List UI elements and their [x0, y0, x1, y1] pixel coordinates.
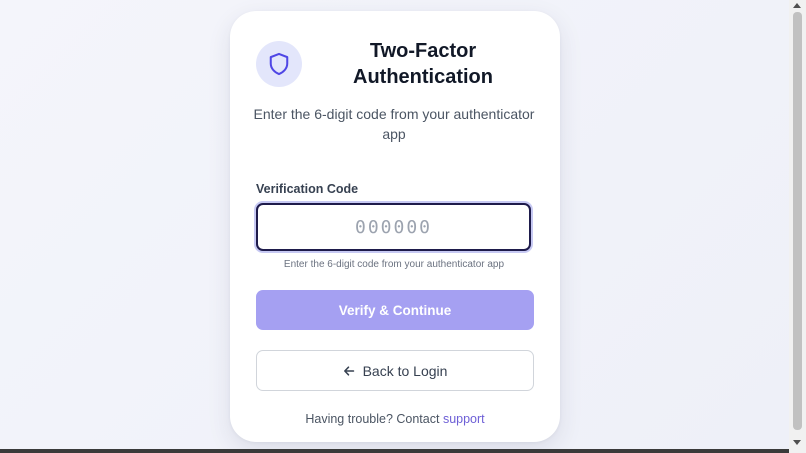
verify-continue-button[interactable]: Verify & Continue [256, 290, 534, 330]
scrollbar-thumb[interactable] [793, 12, 802, 430]
support-link[interactable]: support [443, 412, 485, 426]
scroll-down-icon[interactable] [793, 440, 801, 445]
help-text: Having trouble? Contact support [230, 412, 560, 426]
scroll-up-icon[interactable] [793, 3, 801, 8]
two-factor-card: Two-Factor Authentication Enter the 6-di… [230, 11, 560, 442]
back-to-login-label: Back to Login [362, 362, 448, 379]
page-viewport: Two-Factor Authentication Enter the 6-di… [0, 0, 789, 449]
arrow-left-icon [343, 365, 354, 376]
verification-code-input[interactable] [256, 203, 531, 251]
help-text-prefix: Having trouble? Contact [305, 412, 443, 426]
page-subtitle: Enter the 6-digit code from your authent… [253, 106, 535, 142]
back-to-login-button[interactable]: Back to Login [256, 350, 534, 391]
code-hint: Enter the 6-digit code from your authent… [283, 259, 505, 270]
page-title: Two-Factor Authentication [353, 40, 493, 88]
shield-icon [269, 52, 289, 76]
vertical-scrollbar[interactable] [789, 0, 806, 453]
shield-icon-badge [256, 41, 302, 87]
window-bottom-edge [0, 449, 789, 453]
verification-code-label: Verification Code [256, 182, 359, 196]
